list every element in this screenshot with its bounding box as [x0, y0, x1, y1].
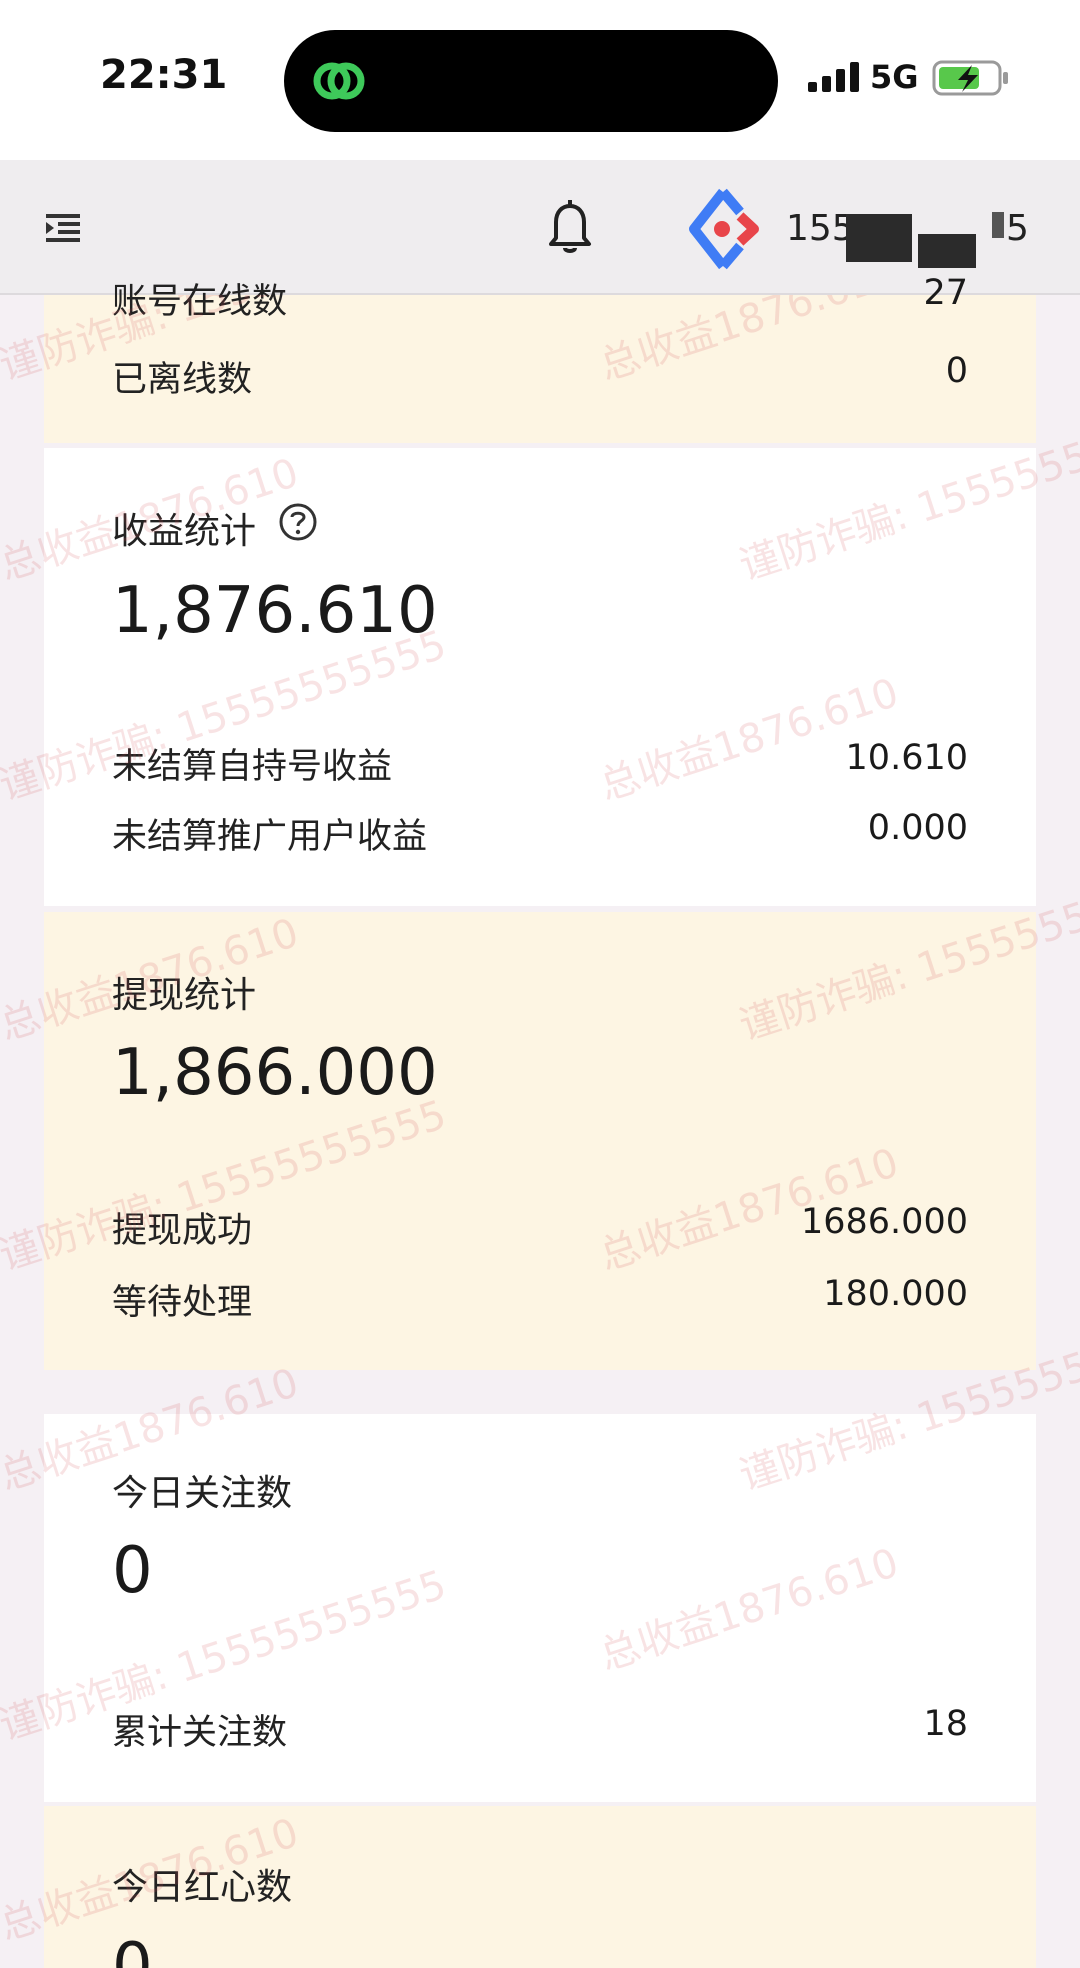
earnings-title: 收益统计	[112, 511, 257, 552]
online-count-value: 27	[923, 273, 968, 313]
offline-count-label: 已离线数	[112, 360, 253, 400]
account-number-prefix[interactable]: 155	[786, 208, 855, 249]
hearts-title: 今日红心数	[112, 1867, 293, 1908]
earnings-row-value: 0.000	[867, 808, 968, 848]
earnings-row-label: 未结算自持号收益	[112, 747, 393, 787]
dynamic-island	[284, 30, 778, 132]
follow-stats-card: 今日关注数 0 累计关注数 18	[44, 1414, 1036, 1802]
app-logo-icon[interactable]	[682, 188, 764, 270]
earnings-row-label: 未结算推广用户收益	[112, 817, 428, 857]
redaction-block	[992, 212, 1004, 238]
follow-row-value: 18	[923, 1704, 968, 1744]
earnings-stats-card: 收益统计 1,876.610 未结算自持号收益 10.610 未结算推广用户收益…	[44, 448, 1036, 906]
account-number-suffix[interactable]: 5	[1006, 208, 1029, 249]
signal-bars-icon	[808, 62, 859, 92]
withdraw-row-value: 1686.000	[800, 1202, 968, 1242]
follow-row-label: 累计关注数	[112, 1713, 288, 1753]
online-count-label: 账号在线数	[112, 282, 288, 322]
redaction-block	[846, 214, 912, 262]
hearts-total: 0	[112, 1930, 153, 1968]
earnings-total: 1,876.610	[112, 574, 438, 648]
network-type: 5G	[870, 58, 919, 96]
withdraw-total: 1,866.000	[112, 1036, 438, 1110]
withdraw-stats-card: 提现统计 1,866.000 提现成功 1686.000 等待处理 180.00…	[44, 912, 1036, 1370]
withdraw-title: 提现统计	[112, 975, 257, 1016]
online-stats-card: 账号在线数 27 已离线数 0	[44, 273, 1036, 443]
withdraw-row-label: 提现成功	[112, 1211, 253, 1251]
offline-count-value: 0	[945, 351, 968, 391]
status-bar: 22:31 5G	[0, 0, 1080, 160]
menu-collapse-icon[interactable]	[44, 210, 84, 246]
link-icon	[313, 62, 365, 100]
status-time: 22:31	[100, 52, 228, 98]
withdraw-row-label: 等待处理	[112, 1283, 253, 1323]
redaction-block	[918, 234, 976, 268]
bell-icon[interactable]	[546, 198, 594, 256]
hearts-stats-card: 今日红心数 0	[44, 1806, 1036, 1968]
help-circle-icon[interactable]	[278, 502, 318, 542]
charging-battery-icon	[932, 60, 1008, 96]
follow-title: 今日关注数	[112, 1473, 293, 1514]
withdraw-row-value: 180.000	[823, 1274, 968, 1314]
follow-total: 0	[112, 1534, 153, 1608]
earnings-row-value: 10.610	[845, 738, 968, 778]
